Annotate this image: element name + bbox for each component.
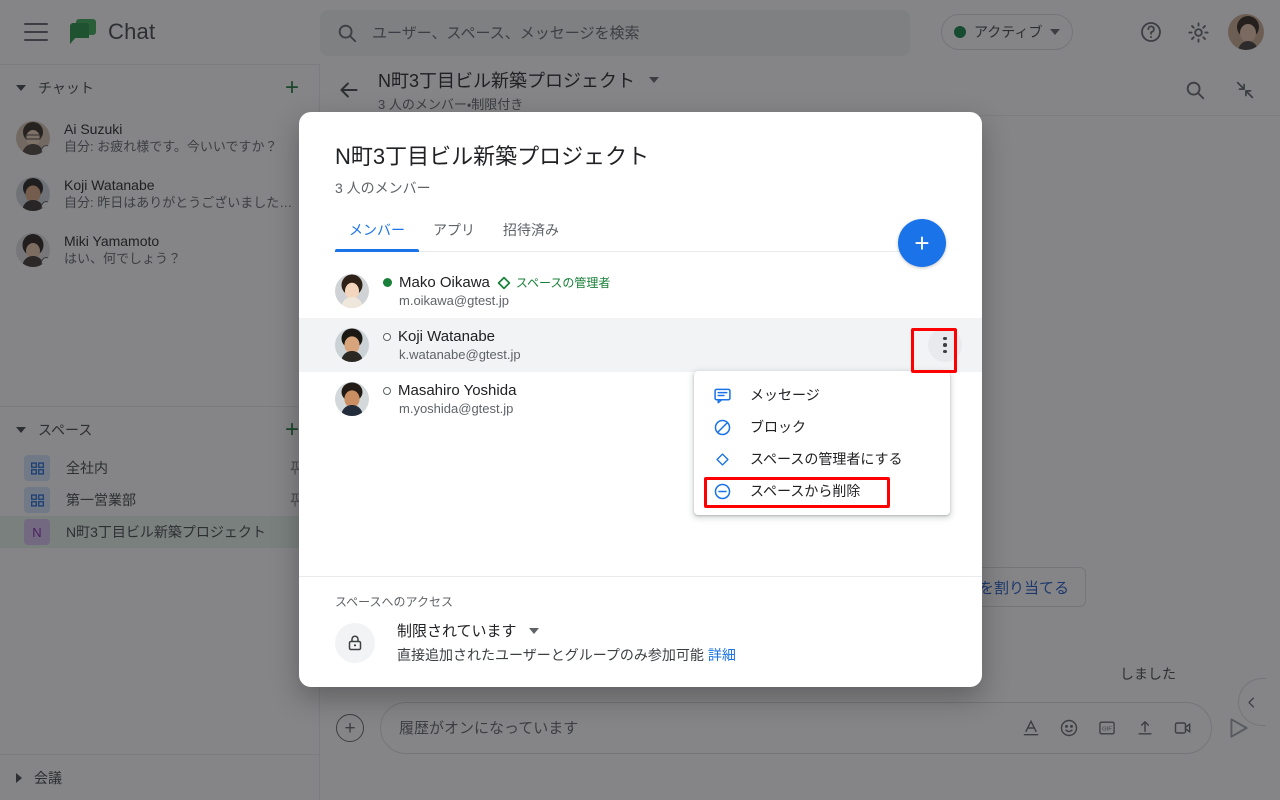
chevron-down-icon[interactable] xyxy=(528,627,539,634)
member-row[interactable]: Mako Oikawa スペースの管理者 m.oikawa@gtest.jp xyxy=(299,264,982,318)
menu-item-label: ブロック xyxy=(750,419,806,435)
member-name: Masahiro Yoshida xyxy=(398,382,517,399)
menu-item-label: メッセージ xyxy=(750,387,820,403)
access-section-label: スペースへのアクセス xyxy=(335,595,453,609)
dialog-subtitle: 3 人のメンバー xyxy=(335,180,431,196)
menu-item-block[interactable]: ブロック xyxy=(694,411,950,443)
avatar xyxy=(335,382,369,416)
member-row[interactable]: Koji Watanabe k.watanabe@gtest.jp xyxy=(299,318,982,372)
avatar xyxy=(335,274,369,308)
presence-away-icon xyxy=(383,332,391,341)
dialog-footer: スペースへのアクセス 制限されています 直接追加されたユーザーとグループのみ参加… xyxy=(299,576,982,687)
diamond-icon xyxy=(497,276,511,289)
menu-item-make-manager[interactable]: スペースの管理者にする xyxy=(694,443,950,475)
member-email: k.watanabe@gtest.jp xyxy=(399,347,521,362)
more-vert-icon[interactable] xyxy=(928,328,962,362)
menu-item-message[interactable]: メッセージ xyxy=(694,379,950,411)
member-email: m.oikawa@gtest.jp xyxy=(399,293,510,308)
remove-circle-icon xyxy=(712,481,732,501)
avatar xyxy=(335,328,369,362)
message-icon xyxy=(712,385,732,405)
tab-members[interactable]: メンバー xyxy=(335,220,419,252)
member-name: Koji Watanabe xyxy=(398,328,496,345)
status-badge: スペースの管理者 xyxy=(497,274,611,291)
dialog-tabs: メンバー アプリ 招待済み xyxy=(335,220,946,252)
learn-more-link[interactable]: 詳細 xyxy=(708,647,736,663)
menu-item-label: スペースから削除 xyxy=(750,483,861,499)
menu-item-remove-from-space[interactable]: スペースから削除 xyxy=(694,475,950,507)
access-level-value: 制限されています xyxy=(397,623,517,640)
add-member-button[interactable]: + xyxy=(898,219,946,267)
app-root: Chat アクティブ xyxy=(0,0,1280,800)
status-badge-label: スペースの管理者 xyxy=(515,276,611,290)
access-description: 直接追加されたユーザーとグループのみ参加可能 xyxy=(397,647,704,663)
dialog-title: N町3丁目ビル新築プロジェクト xyxy=(335,144,650,169)
tab-invited[interactable]: 招待済み xyxy=(489,220,573,251)
member-name: Mako Oikawa xyxy=(399,274,490,291)
member-context-menu: メッセージ ブロック スペースの管理者にする スペースから削除 xyxy=(694,371,950,515)
lock-icon xyxy=(335,622,375,663)
dialog-header: N町3丁目ビル新築プロジェクト 3 人のメンバー メンバー アプリ 招待済み xyxy=(299,112,982,252)
menu-item-label: スペースの管理者にする xyxy=(750,451,903,467)
diamond-icon xyxy=(712,449,732,469)
block-icon xyxy=(712,417,732,437)
presence-active-icon xyxy=(383,278,392,287)
tab-apps[interactable]: アプリ xyxy=(419,220,489,251)
presence-away-icon xyxy=(383,386,391,395)
